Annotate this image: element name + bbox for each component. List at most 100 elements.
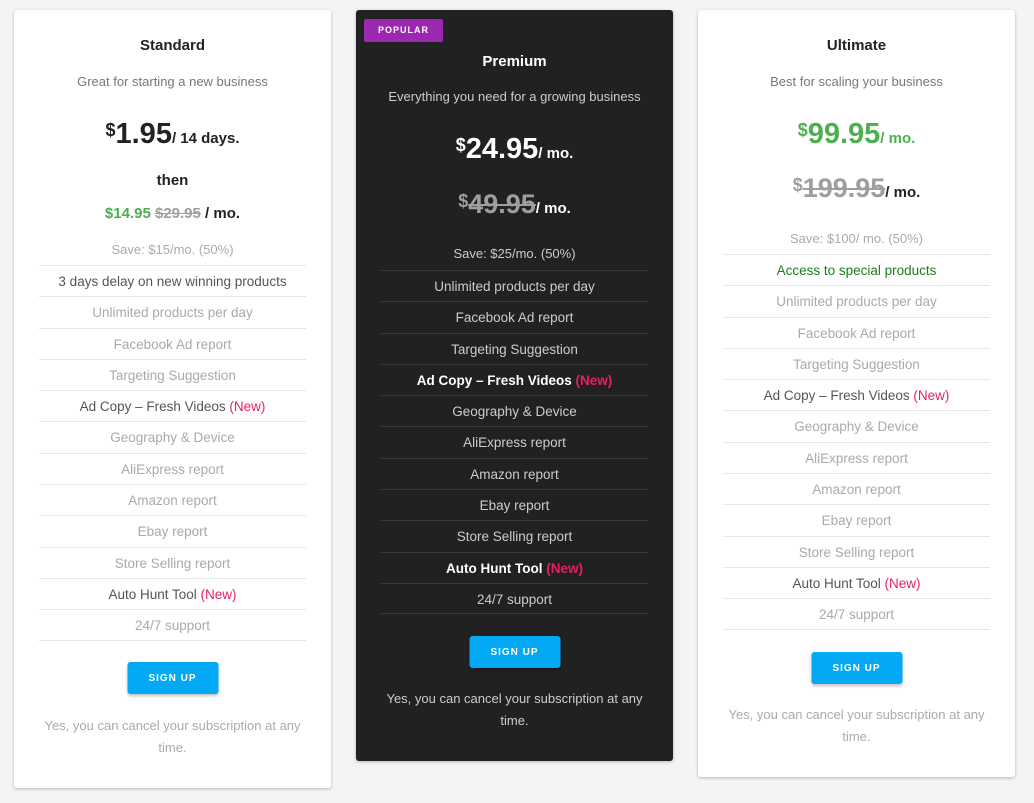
price-amount: 99.95 <box>807 118 881 150</box>
feature-item: Ad Copy – Fresh Videos (New) <box>723 379 990 410</box>
new-badge: (New) <box>884 575 921 591</box>
new-badge: (New) <box>575 372 613 388</box>
feature-text: Access to special products <box>776 263 937 278</box>
plan-price: $99.95/ mo. <box>698 118 1015 151</box>
plan-title: Standard <box>139 37 205 54</box>
feature-item: Amazon report <box>723 473 990 504</box>
feature-text: Store Selling report <box>456 529 573 545</box>
plan-old-price: $49.95/ mo. <box>356 189 673 220</box>
feature-text: Ebay report <box>479 498 550 514</box>
old-price-period: / mo. <box>885 184 921 201</box>
feature-list: Unlimited products per day Facebook Ad re… <box>381 270 648 615</box>
sign-up-button[interactable]: SIGN UP <box>811 652 902 684</box>
feature-text: Store Selling report <box>798 544 915 560</box>
feature-item: Store Selling report <box>723 535 990 567</box>
feature-text: Facebook Ad report <box>113 336 232 352</box>
feature-item: 3 days delay on new winning products <box>39 265 306 296</box>
feature-item: Geography & Device <box>723 410 990 441</box>
save-text: Save: $15/mo. (50%) <box>111 242 234 257</box>
plan-card-premium: POPULAR Premium Everything you need for … <box>356 10 673 761</box>
price-period: / mo. <box>880 130 916 147</box>
feature-text: Store Selling report <box>114 555 231 571</box>
feature-text: Amazon report <box>128 493 217 509</box>
price-amount: 24.95 <box>465 133 539 165</box>
feature-text: Targeting Suggestion <box>793 356 920 372</box>
price-currency: $ <box>455 135 466 155</box>
feature-text: Amazon report <box>470 466 559 482</box>
plan-price: $1.95/ 14 days. <box>14 118 331 151</box>
feature-text: Ad Copy – Fresh Videos <box>79 399 226 415</box>
feature-item: Auto Hunt Tool (New) <box>39 577 306 609</box>
new-badge: (New) <box>546 560 583 576</box>
feature-text: 24/7 support <box>818 607 895 623</box>
plan-card-standard: Standard Great for starting a new busine… <box>14 10 331 788</box>
cancel-note: Yes, you can cancel your subscription at… <box>44 718 301 755</box>
plan-price: $24.95/ mo. <box>356 133 673 166</box>
old-price-amount: 199.95 <box>802 173 886 203</box>
price-amount: 1.95 <box>115 118 172 150</box>
new-badge: (New) <box>229 399 266 415</box>
price-period: / mo. <box>538 145 574 162</box>
popular-badge: POPULAR <box>364 19 443 42</box>
save-text: Save: $25/mo. (50%) <box>453 246 576 261</box>
then-label: then <box>156 172 189 189</box>
feature-text: Ad Copy – Fresh Videos <box>416 372 572 388</box>
feature-item: Ebay report <box>381 489 648 520</box>
feature-item: Amazon report <box>39 484 306 515</box>
feature-item: Access to special products <box>723 254 990 285</box>
feature-item: Ad Copy – Fresh Videos (New) <box>381 363 648 395</box>
feature-item: Ad Copy – Fresh Videos (New) <box>39 390 306 421</box>
feature-text: Auto Hunt Tool <box>108 586 197 602</box>
feature-list: Access to special products Unlimited prod… <box>723 254 990 630</box>
feature-text: Facebook Ad report <box>455 310 574 326</box>
feature-text: 3 days delay on new winning products <box>58 274 287 289</box>
feature-item: Targeting Suggestion <box>39 358 306 390</box>
feature-text: Geography & Device <box>794 419 919 435</box>
feature-item: 24/7 support <box>381 582 648 615</box>
new-badge: (New) <box>913 388 950 404</box>
promo-new-price: $14.95 <box>104 205 151 222</box>
feature-text: Targeting Suggestion <box>109 367 236 383</box>
feature-item: Geography & Device <box>381 395 648 426</box>
sign-up-button[interactable]: SIGN UP <box>127 662 218 694</box>
sign-up-button[interactable]: SIGN UP <box>469 636 560 668</box>
feature-text: Facebook Ad report <box>797 325 916 341</box>
feature-item: 24/7 support <box>723 598 990 630</box>
feature-text: Geography & Device <box>110 430 235 446</box>
feature-text: Unlimited products per day <box>92 305 253 321</box>
feature-item: Store Selling report <box>381 520 648 551</box>
feature-text: Targeting Suggestion <box>451 341 578 357</box>
feature-item: 24/7 support <box>39 609 306 641</box>
feature-list: 3 days delay on new winning products Unli… <box>39 265 306 641</box>
plan-title: Premium <box>482 53 547 70</box>
feature-item: Geography & Device <box>39 421 306 452</box>
feature-text: Ebay report <box>137 524 208 540</box>
feature-text: Unlimited products per day <box>776 294 937 310</box>
plan-subtitle: Great for starting a new business <box>77 74 268 89</box>
promo-period: / mo. <box>205 205 241 222</box>
feature-text: Auto Hunt Tool <box>446 560 543 576</box>
feature-text: AliExpress report <box>121 461 224 477</box>
promo-old-price: $29.95 <box>154 205 201 222</box>
feature-item: AliExpress report <box>39 452 306 484</box>
old-price-period: / mo. <box>535 200 571 217</box>
plan-card-ultimate: Ultimate Best for scaling your business … <box>698 10 1015 777</box>
feature-item: Targeting Suggestion <box>381 332 648 364</box>
feature-item: Unlimited products per day <box>39 296 306 327</box>
plan-old-price: $199.95/ mo. <box>698 173 1015 204</box>
price-currency: $ <box>797 120 808 140</box>
feature-text: Ad Copy – Fresh Videos <box>763 388 910 404</box>
feature-item: Facebook Ad report <box>723 316 990 348</box>
feature-item: Amazon report <box>381 457 648 489</box>
feature-item: Auto Hunt Tool (New) <box>723 566 990 598</box>
feature-item: AliExpress report <box>381 426 648 457</box>
feature-item: AliExpress report <box>723 441 990 473</box>
feature-item: Ebay report <box>39 515 306 546</box>
plan-subtitle: Everything you need for a growing busine… <box>388 89 641 104</box>
price-currency: $ <box>105 120 116 140</box>
plan-title: Ultimate <box>826 37 887 54</box>
feature-text: 24/7 support <box>134 618 211 634</box>
feature-text: AliExpress report <box>463 435 566 451</box>
new-badge: (New) <box>200 586 237 602</box>
promo-price: $14.95 $29.95 / mo. <box>14 205 331 222</box>
